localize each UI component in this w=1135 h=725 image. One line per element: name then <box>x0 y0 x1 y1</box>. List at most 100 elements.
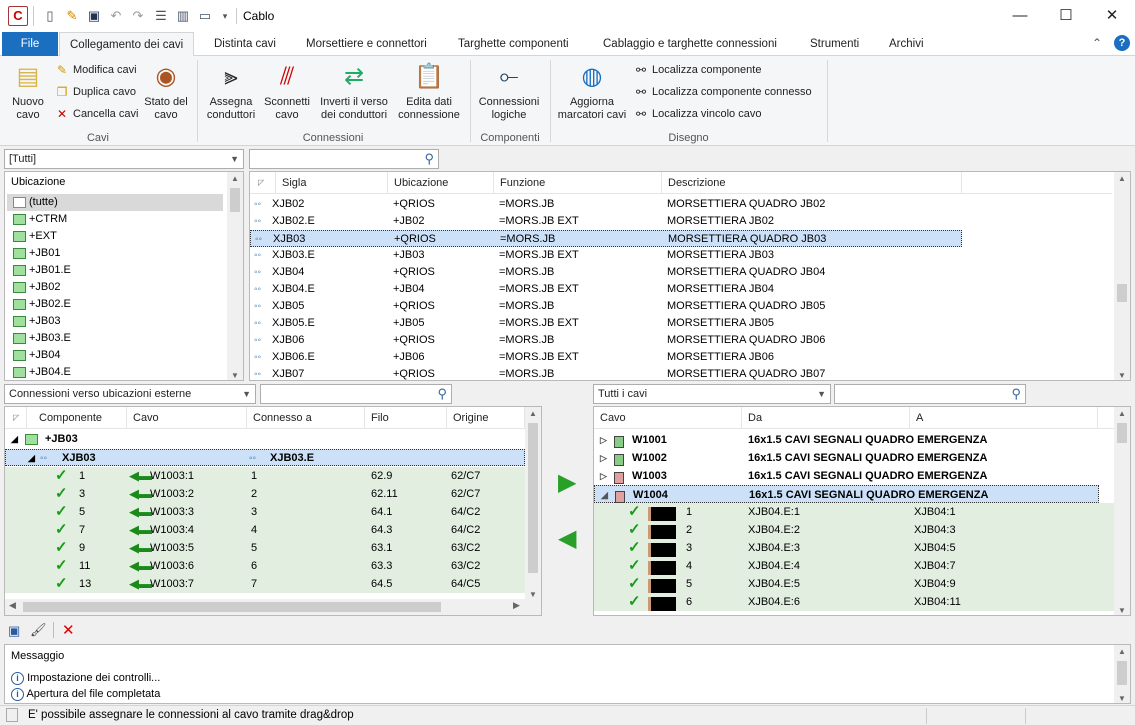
customize-toolbar-icon[interactable]: ▾ <box>217 8 233 24</box>
component-group-row[interactable]: ◢ ◦◦ XJB03 ◦◦ XJB03.E <box>5 449 525 466</box>
scroll-thumb[interactable] <box>1117 661 1127 685</box>
localizza-componente-button[interactable]: ⚯ Localizza componente <box>633 60 762 80</box>
col-sigla[interactable]: Sigla <box>276 172 388 194</box>
location-item[interactable]: +JB01 <box>7 245 223 262</box>
location-item[interactable]: +JB03 <box>7 313 223 330</box>
cable-search-input[interactable]: ⚲ <box>834 384 1026 404</box>
split-vertical-icon[interactable]: ▥ <box>175 8 191 24</box>
redo-icon[interactable]: ↷ <box>130 8 146 24</box>
location-scrollbar[interactable]: ▲ ▼ <box>227 172 243 380</box>
conductor-row[interactable]: ✓ 5 XJB04.E:5 XJB04:9 <box>594 575 1114 594</box>
scroll-down-icon[interactable]: ▼ <box>227 371 243 380</box>
window-layout-icon[interactable]: ▭ <box>197 8 213 24</box>
connections-hscrollbar[interactable]: ◀ ▶ <box>5 599 541 615</box>
col-componente[interactable]: Componente <box>27 407 127 429</box>
scroll-down-icon[interactable]: ▼ <box>1114 606 1130 615</box>
expand-icon[interactable]: ◢ <box>11 431 18 448</box>
collapse-ribbon-icon[interactable]: ⌃ <box>1092 36 1102 50</box>
scroll-up-icon[interactable]: ▲ <box>1114 407 1130 421</box>
help-icon[interactable]: ? <box>1114 35 1130 51</box>
component-scrollbar[interactable]: ▲ ▼ <box>1114 172 1130 380</box>
duplica-cavo-button[interactable]: ❐ Duplica cavo <box>54 82 136 102</box>
connection-filter-select[interactable]: Connessioni verso ubicazioni esterne ▼ <box>4 384 256 404</box>
scroll-thumb[interactable] <box>1117 423 1127 443</box>
undo-icon[interactable]: ↶ <box>108 8 124 24</box>
tab-strumenti[interactable]: Strumenti <box>800 32 869 56</box>
assign-right-arrow-icon[interactable]: ▶ <box>558 470 580 496</box>
scroll-down-icon[interactable]: ▼ <box>525 590 541 599</box>
new-file-icon[interactable]: ▯ <box>42 8 58 24</box>
component-row[interactable]: ◦◦ XJB02 +QRIOS =MORS.JB MORSETTIERA QUADRO … <box>250 196 1112 213</box>
connection-row[interactable]: ✓ 5 ◀▬ W1003:3 3 64.1 64/C2 <box>5 503 525 521</box>
inverti-verso-button[interactable]: ⇄ Inverti il verso dei conduttori <box>314 60 394 122</box>
connection-row[interactable]: ✓ 7 ◀▬ W1003:4 4 64.3 64/C2 <box>5 521 525 539</box>
col-connesso-a[interactable]: Connesso a <box>247 407 365 429</box>
localizza-connesso-button[interactable]: ⚯ Localizza componente connesso <box>633 82 812 102</box>
location-item[interactable]: +JB04 <box>7 347 223 364</box>
nuovo-cavo-button[interactable]: ▤ Nuovo cavo <box>4 60 52 122</box>
sort-icon[interactable]: ◸ <box>250 172 276 194</box>
component-row[interactable]: ◦◦ XJB05.E +JB05 =MORS.JB EXT MORSETTIERA JB… <box>250 315 1112 332</box>
cable-filter-select[interactable]: Tutti i cavi ▼ <box>593 384 831 404</box>
scroll-down-icon[interactable]: ▼ <box>1114 371 1130 380</box>
col-origine[interactable]: Origine <box>447 407 525 429</box>
aggiorna-marcatori-button[interactable]: ◍ Aggiorna marcatori cavi <box>554 60 630 122</box>
scroll-down-icon[interactable]: ▼ <box>1114 694 1130 703</box>
location-item[interactable]: +JB02 <box>7 279 223 296</box>
scroll-thumb[interactable] <box>528 423 538 573</box>
save-icon[interactable]: ▣ <box>86 8 102 24</box>
assegna-conduttori-button[interactable]: ⫸ Assegna conduttori <box>202 60 260 122</box>
location-item[interactable]: +CTRM <box>7 211 223 228</box>
scroll-up-icon[interactable]: ▲ <box>525 407 541 421</box>
cable-row[interactable]: ◢ W1004 16x1.5 CAVI SEGNALI QUADRO EMERGEN… <box>594 485 1099 504</box>
minimize-button[interactable]: — <box>997 0 1043 32</box>
expand-icon[interactable]: ◢ <box>28 450 35 467</box>
location-item[interactable]: +JB04.E <box>7 364 223 380</box>
location-item[interactable]: +JB01.E <box>7 262 223 279</box>
connection-search-input[interactable]: ⚲ <box>260 384 452 404</box>
scroll-up-icon[interactable]: ▲ <box>227 172 243 186</box>
expand-icon[interactable]: ◢ <box>601 486 608 504</box>
save-log-icon[interactable]: ▣ <box>8 623 20 639</box>
delete-log-icon[interactable]: ✕ <box>62 621 75 639</box>
tab-targhette-componenti[interactable]: Targhette componenti <box>448 32 579 56</box>
search-icon[interactable]: ⚲ <box>424 151 434 167</box>
location-item[interactable]: +EXT <box>7 228 223 245</box>
location-item[interactable]: (tutte) <box>7 194 223 211</box>
col-filo[interactable]: Filo <box>365 407 447 429</box>
component-row[interactable]: ◦◦ XJB03 +QRIOS =MORS.JB MORSETTIERA QUADRO … <box>250 230 962 247</box>
cancella-cavi-button[interactable]: ✕ Cancella cavi <box>54 104 138 124</box>
col-cavo[interactable]: Cavo <box>594 407 742 429</box>
cables-scrollbar[interactable]: ▲ ▼ <box>1114 407 1130 615</box>
cable-row[interactable]: ▷ W1001 16x1.5 CAVI SEGNALI QUADRO EMERGEN… <box>594 431 1114 449</box>
component-row[interactable]: ◦◦ XJB02.E +JB02 =MORS.JB EXT MORSETTIERA JB… <box>250 213 1112 230</box>
cable-row[interactable]: ▷ W1003 16x1.5 CAVI SEGNALI QUADRO EMERGEN… <box>594 467 1114 485</box>
tab-morsettiere[interactable]: Morsettiere e connettori <box>296 32 437 56</box>
open-file-icon[interactable]: ✎ <box>64 8 80 24</box>
component-row[interactable]: ◦◦ XJB06.E +JB06 =MORS.JB EXT MORSETTIERA JB… <box>250 349 1112 366</box>
col-funzione[interactable]: Funzione <box>494 172 662 194</box>
connessioni-logiche-button[interactable]: ⟜ Connessioni logiche <box>474 60 544 122</box>
connection-row[interactable]: ✓ 9 ◀▬ W1003:5 5 63.1 63/C2 <box>5 539 525 557</box>
connection-row[interactable]: ✓ 1 ◀▬ W1003:1 1 62.9 62/C7 <box>5 467 525 485</box>
scroll-thumb[interactable] <box>230 188 240 212</box>
col-da[interactable]: Da <box>742 407 910 429</box>
scroll-up-icon[interactable]: ▲ <box>1114 172 1130 186</box>
cable-row[interactable]: ▷ W1002 16x1.5 CAVI SEGNALI QUADRO EMERGEN… <box>594 449 1114 467</box>
col-ubicazione[interactable]: Ubicazione <box>388 172 494 194</box>
close-button[interactable]: ✕ <box>1089 0 1135 32</box>
component-row[interactable]: ◦◦ XJB03.E +JB03 =MORS.JB EXT MORSETTIERA JB… <box>250 247 1112 264</box>
location-item[interactable]: +JB02.E <box>7 296 223 313</box>
connection-row[interactable]: ✓ 13 ◀▬ W1003:7 7 64.5 64/C5 <box>5 575 525 593</box>
location-item[interactable]: +JB03.E <box>7 330 223 347</box>
sconnetti-cavo-button[interactable]: ⫻ Sconnetti cavo <box>261 60 313 122</box>
modifica-cavi-button[interactable]: ✎ Modifica cavi <box>54 60 137 80</box>
search-icon[interactable]: ⚲ <box>1011 386 1021 402</box>
tab-file[interactable]: File <box>2 32 58 56</box>
component-row[interactable]: ◦◦ XJB04.E +JB04 =MORS.JB EXT MORSETTIERA JB… <box>250 281 1112 298</box>
scroll-thumb[interactable] <box>1117 284 1127 302</box>
split-horizontal-icon[interactable]: ☰ <box>153 8 169 24</box>
scroll-right-icon[interactable]: ▶ <box>513 600 520 611</box>
col-descrizione[interactable]: Descrizione <box>662 172 962 194</box>
expand-icon[interactable]: ▷ <box>600 467 607 485</box>
